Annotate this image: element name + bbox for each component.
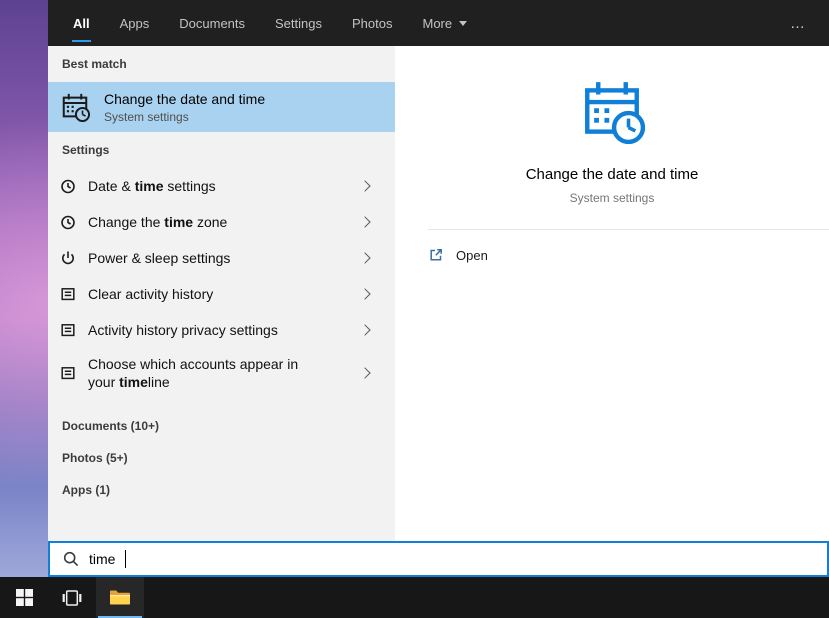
result-label: Change the time zone <box>88 213 228 230</box>
chevron-right-icon <box>359 288 371 300</box>
preview-title: Change the date and time <box>525 166 699 183</box>
desktop: All Apps Documents Settings Photos More … <box>0 0 829 618</box>
results-panel: Best match Change the date and time Syst… <box>48 46 395 541</box>
tab-settings[interactable]: Settings <box>260 0 337 46</box>
chevron-right-icon <box>359 216 371 228</box>
best-match-title: Change the date and time <box>104 90 266 107</box>
tab-more-label: More <box>422 15 453 31</box>
photos-group-header[interactable]: Photos (5+) <box>48 442 395 474</box>
text-caret <box>125 550 127 568</box>
search-flyout: All Apps Documents Settings Photos More … <box>48 0 829 577</box>
apps-group-header[interactable]: Apps (1) <box>48 474 395 506</box>
best-match-header: Best match <box>62 57 127 71</box>
search-icon <box>63 551 79 567</box>
result-clear-activity-history[interactable]: Clear activity history <box>48 276 395 312</box>
activity-history-icon <box>60 286 78 302</box>
chevron-right-icon <box>359 252 371 264</box>
result-label: Activity history privacy settings <box>88 321 278 338</box>
open-action[interactable]: Open <box>395 230 829 263</box>
chevron-right-icon <box>359 180 371 192</box>
clock-icon <box>60 178 78 194</box>
activity-history-icon <box>60 365 78 381</box>
result-activity-history-privacy[interactable]: Activity history privacy settings <box>48 312 395 348</box>
file-explorer-folder-icon <box>110 590 130 605</box>
result-date-time-settings[interactable]: Date & time settings <box>48 168 395 204</box>
file-explorer-button[interactable] <box>96 577 144 618</box>
taskbar <box>0 577 829 618</box>
tab-apps[interactable]: Apps <box>105 0 165 46</box>
settings-group-header: Settings <box>62 143 110 157</box>
preview-hero: Change the date and time System settings <box>395 46 829 205</box>
best-match-result[interactable]: Change the date and time System settings <box>48 82 395 132</box>
documents-group-header[interactable]: Documents (10+) <box>48 410 395 442</box>
preview-panel: Change the date and time System settings… <box>395 46 829 541</box>
result-label: Choose which accounts appear in your tim… <box>88 356 299 391</box>
search-results-area: Best match Change the date and time Syst… <box>48 46 829 541</box>
clock-icon <box>60 214 78 230</box>
calendar-clock-icon <box>62 93 90 122</box>
task-view-icon <box>62 589 82 606</box>
result-label: Power & sleep settings <box>88 249 231 266</box>
tab-all[interactable]: All <box>58 0 105 46</box>
overflow-menu-button[interactable]: … <box>768 0 829 46</box>
tab-more[interactable]: More <box>407 0 482 46</box>
result-accounts-timeline[interactable]: Choose which accounts appear in your tim… <box>48 348 395 398</box>
start-button[interactable] <box>0 577 48 618</box>
search-input[interactable]: time <box>48 541 829 577</box>
power-icon <box>60 250 78 266</box>
search-query-text: time <box>89 551 116 567</box>
best-match-text: Change the date and time System settings <box>104 91 265 124</box>
result-change-time-zone[interactable]: Change the time zone <box>48 204 395 240</box>
activity-history-icon <box>60 322 78 338</box>
task-view-button[interactable] <box>48 577 96 618</box>
preview-subtitle: System settings <box>569 191 655 205</box>
windows-logo-icon <box>15 589 33 606</box>
tab-documents[interactable]: Documents <box>164 0 260 46</box>
result-label: Clear activity history <box>88 285 214 302</box>
result-label: Date & time settings <box>88 177 216 194</box>
calendar-clock-icon <box>585 82 645 144</box>
search-filter-tabs: All Apps Documents Settings Photos More … <box>48 0 829 46</box>
tab-photos[interactable]: Photos <box>337 0 407 46</box>
result-power-sleep-settings[interactable]: Power & sleep settings <box>48 240 395 276</box>
best-match-subtitle: System settings <box>104 109 189 124</box>
chevron-right-icon <box>359 324 371 336</box>
chevron-down-icon <box>459 20 468 26</box>
desktop-wallpaper <box>0 0 48 577</box>
open-external-icon <box>430 249 442 261</box>
chevron-right-icon <box>359 367 371 379</box>
open-action-label: Open <box>456 247 488 263</box>
